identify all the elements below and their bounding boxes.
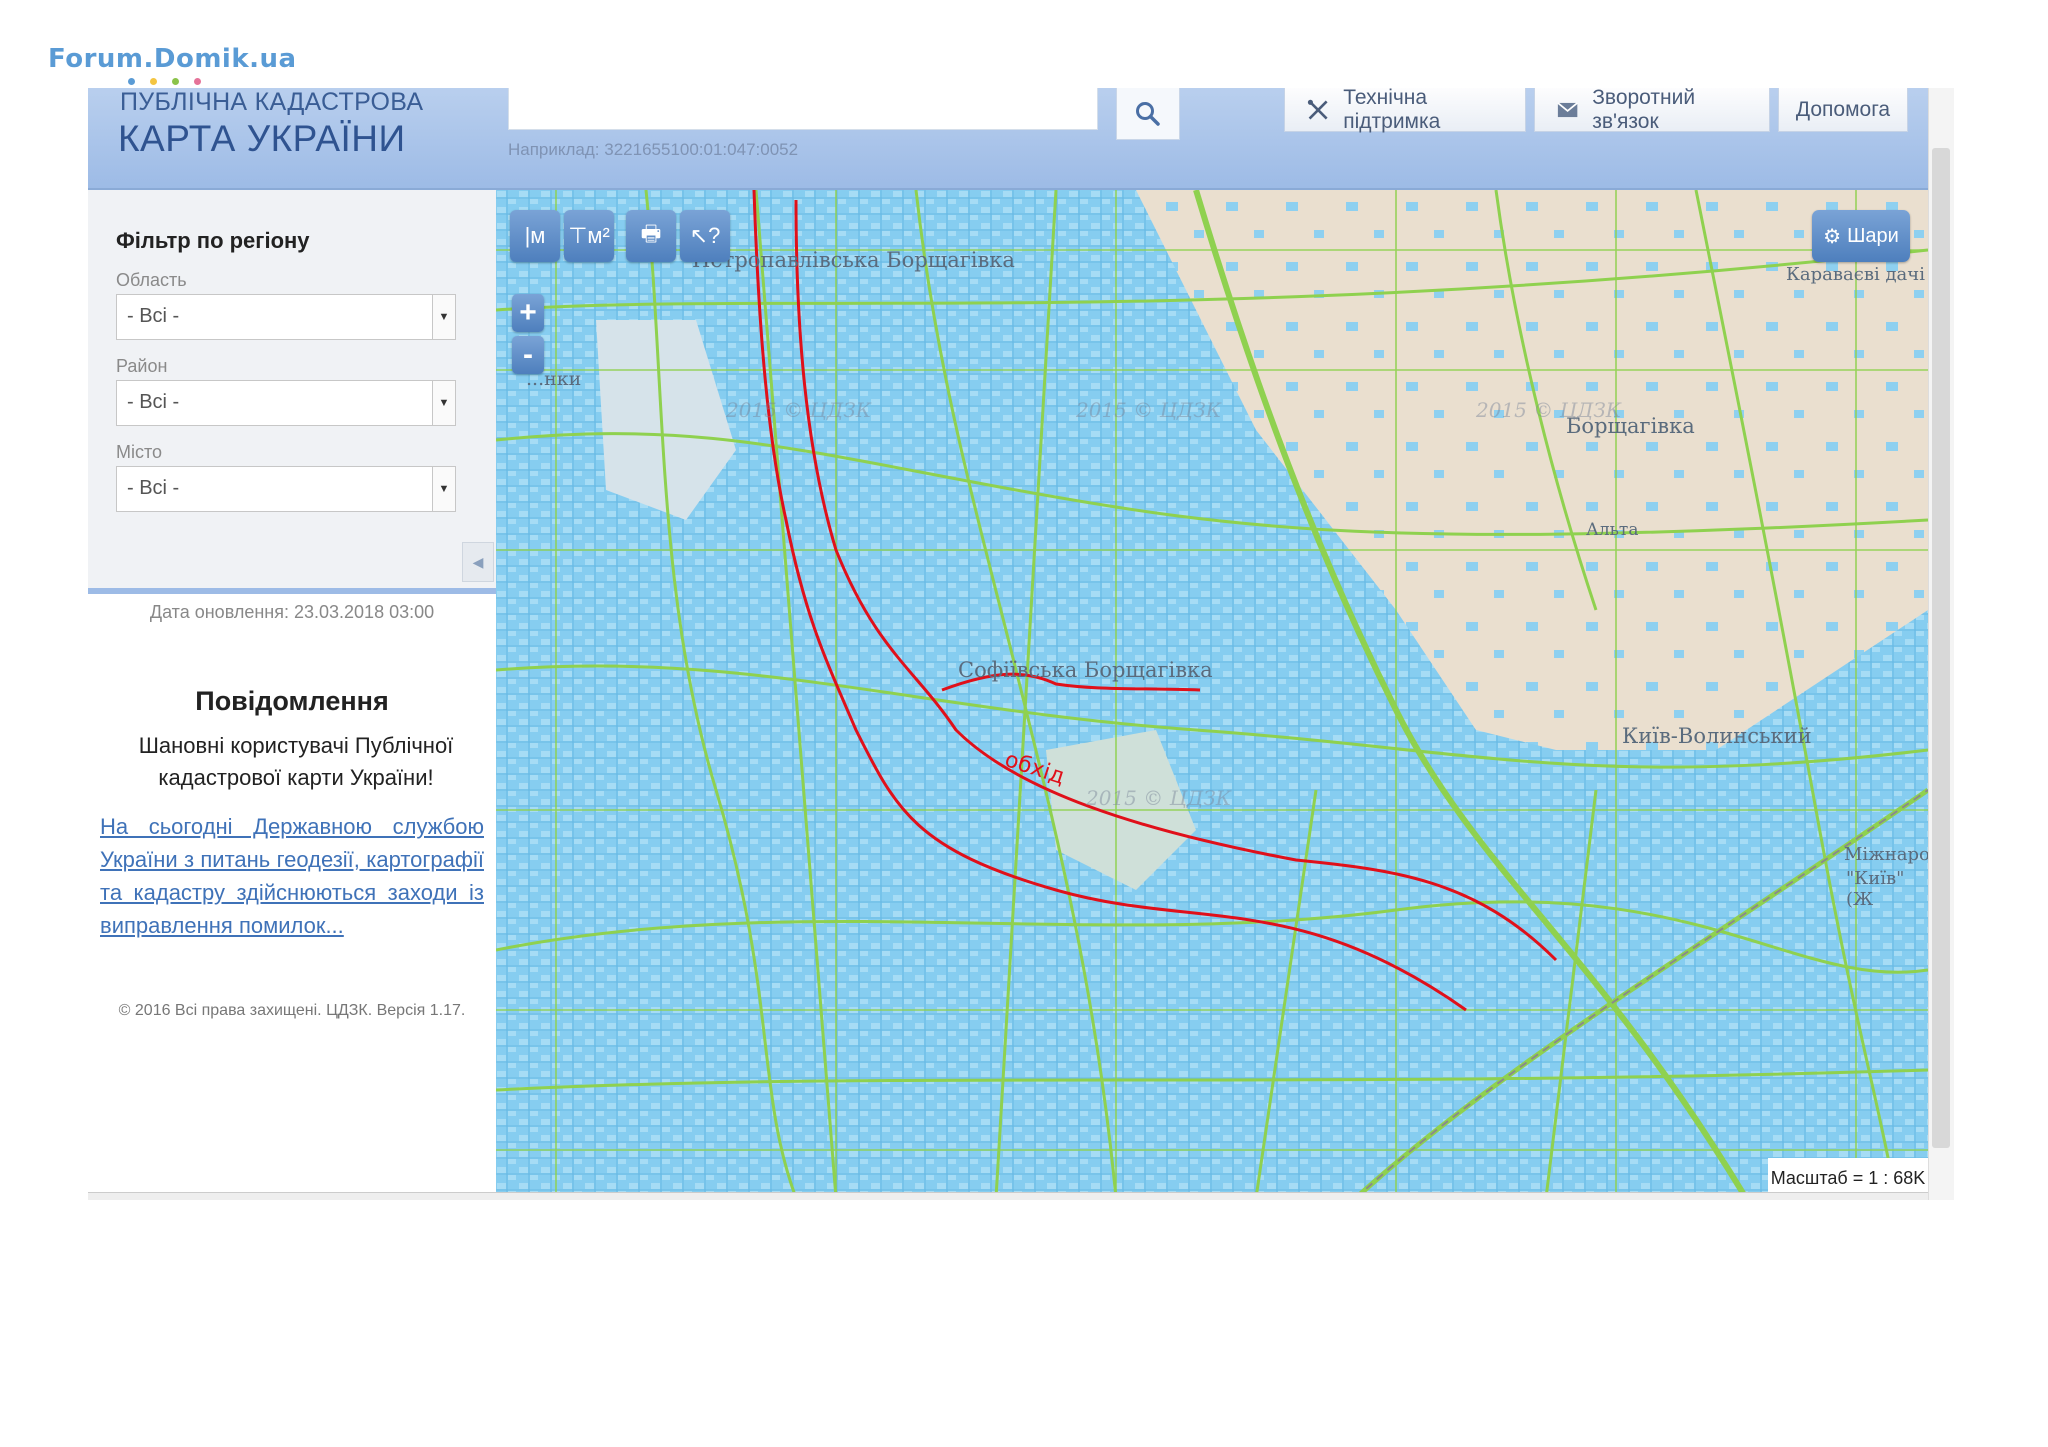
watermark-dots bbox=[128, 78, 218, 88]
search-input[interactable] bbox=[508, 88, 1098, 130]
header: ПУБЛІЧНА КАДАСТРОВА КАРТА УКРАЇНИ Наприк… bbox=[88, 88, 1928, 190]
region-filter: Фільтр по регіону Область - Всі - ▼ Райо… bbox=[88, 190, 496, 594]
search-button[interactable] bbox=[1116, 88, 1180, 140]
chevron-down-icon: ▼ bbox=[432, 295, 455, 339]
identify-button[interactable]: ↖? bbox=[680, 210, 730, 262]
identify-icon: ↖? bbox=[689, 223, 721, 248]
notice-title: Повідомлення bbox=[195, 686, 389, 716]
measure-distance-button[interactable]: |м bbox=[510, 210, 560, 262]
search-hint: Наприклад: 3221655100:01:047:0052 bbox=[508, 140, 799, 159]
zoom-out-button[interactable]: - bbox=[512, 336, 544, 374]
place-label: Київ-Волинський bbox=[1622, 724, 1812, 748]
place-label: Альта bbox=[1586, 520, 1639, 540]
help-button[interactable]: Допомога bbox=[1778, 88, 1908, 132]
place-label: Софіївська Борщагівка bbox=[958, 658, 1213, 682]
map-toolbar: |м ⊤м² 🖶 ↖? bbox=[510, 210, 730, 262]
map-watermark: 2015 © ЦДЗК bbox=[1476, 398, 1622, 422]
measure-distance-icon: |м bbox=[524, 223, 546, 248]
place-label: "Київ" (Ж bbox=[1846, 868, 1905, 910]
oblast-select[interactable]: - Всі - ▼ bbox=[116, 294, 456, 340]
misto-label: Місто bbox=[116, 442, 163, 462]
logo-line1: ПУБЛІЧНА КАДАСТРОВА bbox=[120, 88, 424, 116]
scrollbar-thumb[interactable] bbox=[1932, 148, 1950, 1148]
envelope-icon bbox=[1557, 101, 1578, 117]
tools-icon bbox=[1307, 99, 1328, 119]
chevron-left-icon: ◀ bbox=[472, 553, 484, 570]
oblast-label: Область bbox=[116, 270, 187, 290]
map-watermark: 2015 © ЦДЗК bbox=[726, 398, 872, 422]
vertical-scrollbar[interactable] bbox=[1928, 88, 1954, 1200]
horizontal-scrollbar[interactable] bbox=[88, 1192, 1928, 1200]
notice-text: Шановні користувачі Публічної кадастрово… bbox=[138, 733, 454, 790]
feedback-label: Зворотний зв'язок bbox=[1592, 88, 1696, 133]
cadastral-map-layer bbox=[496, 190, 1928, 1198]
map-canvas[interactable]: Петропавлівська Борщагівка Борщагівка Со… bbox=[496, 190, 1928, 1198]
layers-label: Шари bbox=[1847, 224, 1899, 247]
misto-select[interactable]: - Всі - ▼ bbox=[116, 466, 456, 512]
map-watermark: 2015 © ЦДЗК bbox=[1086, 786, 1232, 810]
raion-label: Район bbox=[116, 356, 168, 376]
filter-title: Фільтр по регіону bbox=[116, 228, 310, 253]
print-button[interactable]: 🖶 bbox=[626, 210, 676, 262]
place-label: Міжнародн bbox=[1844, 844, 1928, 865]
logo-line2: КАРТА УКРАЇНИ bbox=[118, 118, 406, 159]
help-label: Допомога bbox=[1795, 97, 1891, 121]
tech-support-label: Технічна підтримка bbox=[1343, 88, 1441, 133]
chevron-down-icon: ▼ bbox=[432, 467, 455, 511]
update-date: Дата оновлення: 23.03.2018 03:00 bbox=[149, 602, 435, 622]
misto-value: - Всі - bbox=[127, 477, 180, 499]
search-icon bbox=[1136, 101, 1160, 126]
cadastral-map-app: ПУБЛІЧНА КАДАСТРОВА КАРТА УКРАЇНИ Наприк… bbox=[88, 88, 1954, 1200]
raion-select[interactable]: - Всі - ▼ bbox=[116, 380, 456, 426]
collapse-panel-button[interactable]: ◀ bbox=[462, 542, 494, 582]
measure-area-button[interactable]: ⊤м² bbox=[564, 210, 614, 262]
map-watermark: 2015 © ЦДЗК bbox=[1076, 398, 1222, 422]
notice-link[interactable]: На сьогодні Державною службою України з … bbox=[100, 810, 484, 942]
chevron-down-icon: ▼ bbox=[432, 381, 455, 425]
measure-area-icon: ⊤м² bbox=[568, 223, 610, 248]
zoom-in-button[interactable]: + bbox=[512, 294, 544, 332]
oblast-value: - Всі - bbox=[127, 305, 180, 327]
place-label: Караваєві дачі bbox=[1786, 264, 1925, 285]
forum-watermark: Forum.Domik.ua bbox=[48, 44, 297, 74]
left-panel: Фільтр по регіону Область - Всі - ▼ Райо… bbox=[88, 190, 496, 1182]
layers-button[interactable]: ⚙ Шари bbox=[1812, 210, 1910, 262]
print-icon: 🖶 bbox=[640, 221, 662, 246]
gear-icon: ⚙ bbox=[1823, 225, 1842, 248]
place-label: Петропавлівська Борщагівка bbox=[692, 248, 1015, 272]
feedback-button[interactable]: Зворотний зв'язок bbox=[1534, 88, 1770, 133]
copyright: © 2016 Всі права захищені. ЦДЗК. Версія … bbox=[118, 1002, 466, 1019]
raion-value: - Всі - bbox=[127, 391, 180, 413]
tech-support-button[interactable]: Технічна підтримка bbox=[1284, 88, 1526, 133]
